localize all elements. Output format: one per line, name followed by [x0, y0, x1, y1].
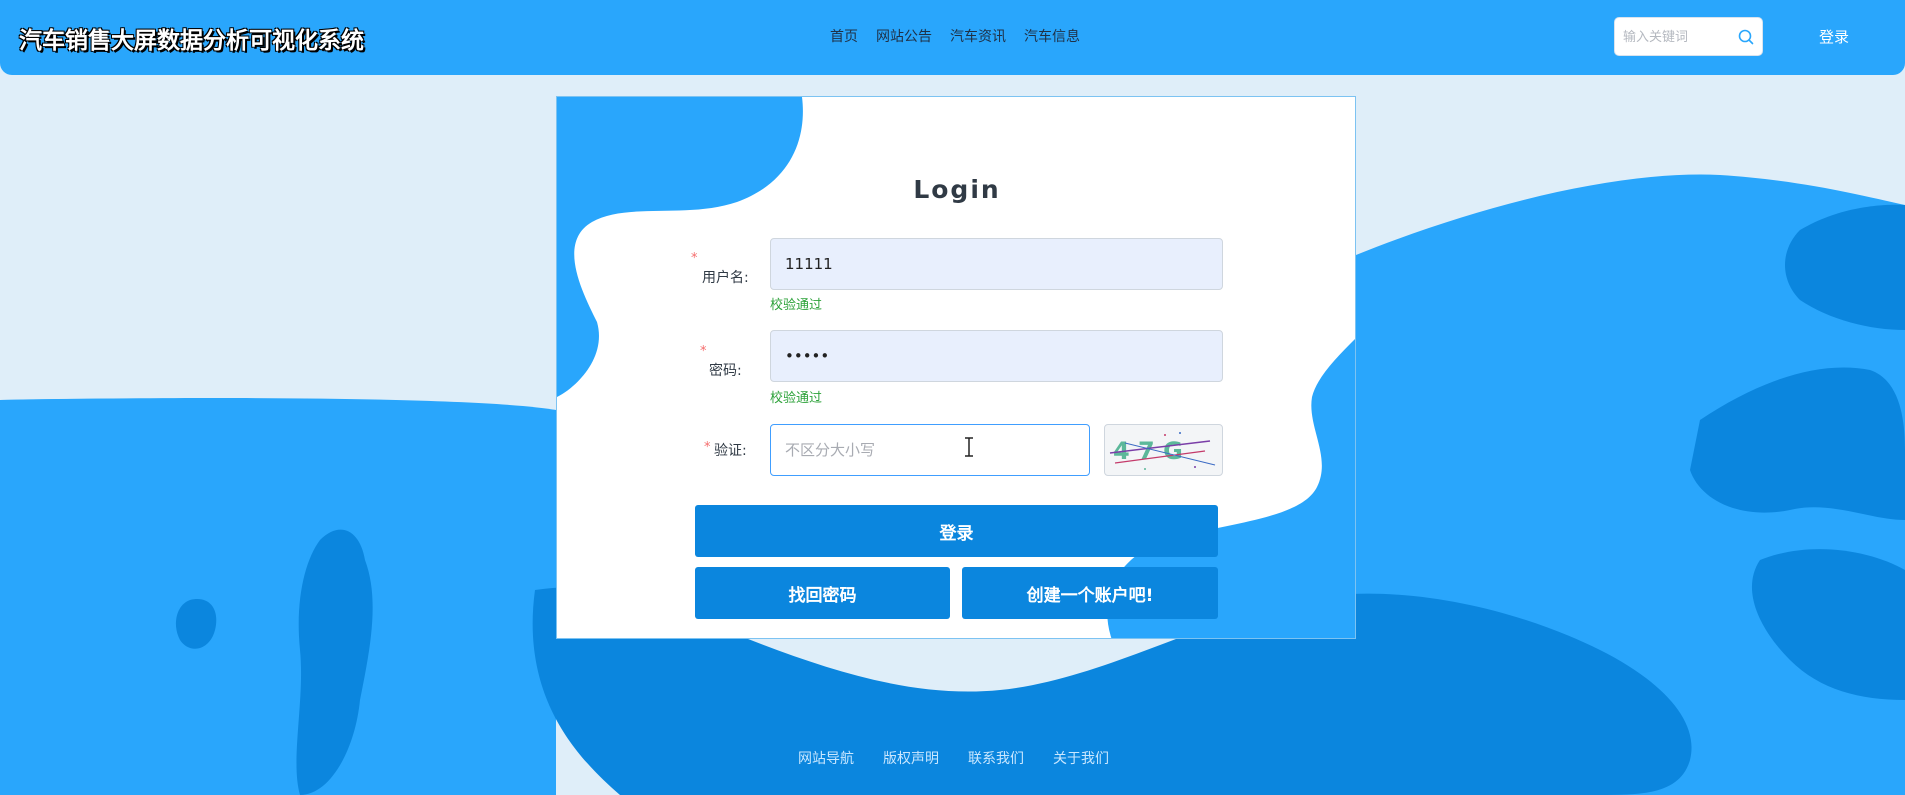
captcha-label: 验证:: [714, 443, 747, 459]
nav-item-car-info[interactable]: 汽车信息: [1024, 26, 1080, 46]
login-title: Login: [913, 175, 1001, 204]
login-panel: Login * 用户名: 校验通过 * 密码: 校验通过 * 验证: 4 7 G…: [556, 96, 1356, 639]
username-valid-message: 校验通过: [770, 298, 823, 313]
captcha-field[interactable]: [770, 424, 1090, 476]
text-cursor-icon: [965, 437, 973, 457]
login-button[interactable]: 登录: [695, 505, 1218, 557]
nav-item-announcements[interactable]: 网站公告: [876, 26, 932, 46]
footer-link-copyright[interactable]: 版权声明: [883, 748, 939, 768]
forgot-password-button[interactable]: 找回密码: [695, 567, 950, 619]
footer-links: 网站导航 版权声明 联系我们 关于我们: [798, 748, 1109, 768]
footer-link-site-nav[interactable]: 网站导航: [798, 748, 854, 768]
site-title: 汽车销售大屏数据分析可视化系统: [19, 28, 364, 54]
password-field[interactable]: [770, 330, 1223, 382]
username-label: 用户名:: [702, 270, 749, 286]
search-box: [1614, 17, 1763, 56]
search-input[interactable]: [1623, 27, 1733, 47]
captcha-graphic: 4 7 G: [1109, 432, 1216, 470]
required-mark: *: [700, 344, 707, 359]
username-field[interactable]: [770, 238, 1223, 290]
footer-link-contact[interactable]: 联系我们: [968, 748, 1024, 768]
password-label: 密码:: [709, 363, 742, 379]
main-nav: 首页 网站公告 汽车资讯 汽车信息: [830, 26, 1080, 46]
captcha-image[interactable]: 4 7 G: [1104, 424, 1223, 476]
search-icon[interactable]: [1737, 28, 1755, 46]
required-mark: *: [691, 251, 698, 266]
top-header: 汽车销售大屏数据分析可视化系统 首页 网站公告 汽车资讯 汽车信息 登录: [0, 0, 1905, 75]
header-login-link[interactable]: 登录: [1819, 26, 1849, 47]
footer-link-about[interactable]: 关于我们: [1053, 748, 1109, 768]
nav-item-home[interactable]: 首页: [830, 26, 858, 46]
nav-item-car-news[interactable]: 汽车资讯: [950, 26, 1006, 46]
required-mark: *: [704, 440, 711, 455]
create-account-button[interactable]: 创建一个账户吧!: [962, 567, 1218, 619]
password-valid-message: 校验通过: [770, 391, 823, 406]
